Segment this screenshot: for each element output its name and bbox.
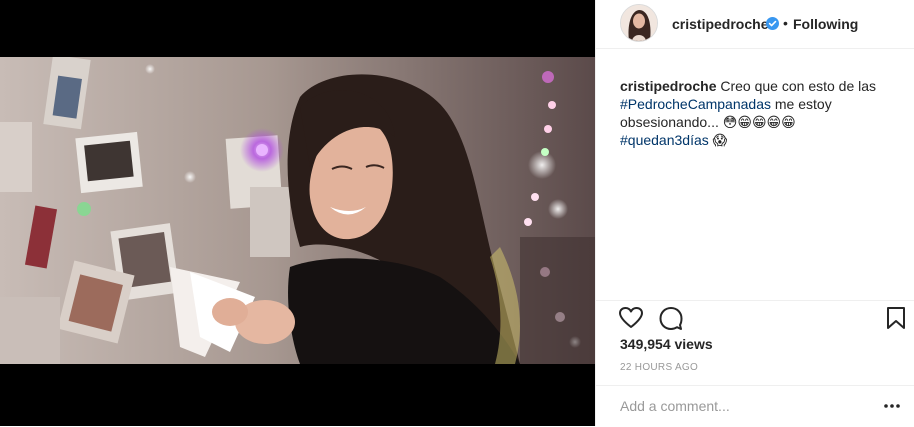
avatar[interactable] bbox=[620, 4, 658, 42]
post-actions bbox=[596, 300, 914, 335]
comment-input[interactable] bbox=[620, 397, 870, 415]
comment-bar bbox=[596, 385, 914, 427]
post-header: cristipedroche • Following bbox=[596, 0, 914, 49]
avatar-image bbox=[621, 5, 657, 41]
view-count[interactable]: 349,954 views bbox=[620, 336, 713, 352]
post-sidebar: cristipedroche • Following cristipedroch… bbox=[595, 0, 914, 426]
caption-username[interactable]: cristipedroche bbox=[620, 78, 716, 94]
heart-icon[interactable] bbox=[618, 305, 644, 331]
hashtag-link[interactable]: #quedan3días bbox=[620, 132, 709, 148]
caption-emojis: 😳😁😁😁😁 bbox=[722, 114, 796, 130]
post-caption: cristipedroche Creo que con esto de las … bbox=[620, 77, 890, 149]
comment-bubble-icon[interactable] bbox=[658, 305, 684, 331]
verified-badge-icon bbox=[766, 17, 779, 30]
hashtag-link[interactable]: #PedrocheCampanadas bbox=[620, 96, 771, 112]
caption-text: Creo que con esto de las bbox=[716, 78, 877, 94]
caption-emojis: 😱 bbox=[708, 132, 728, 148]
more-options-icon[interactable] bbox=[880, 394, 904, 418]
post-video bbox=[0, 0, 595, 426]
bookmark-icon[interactable] bbox=[883, 305, 909, 331]
video-play-toggle[interactable] bbox=[0, 0, 595, 426]
instagram-post: cristipedroche • Following cristipedroch… bbox=[0, 0, 914, 426]
post-timestamp[interactable]: 22 HOURS AGO bbox=[620, 362, 698, 373]
following-button[interactable]: Following bbox=[793, 16, 858, 32]
header-separator: • bbox=[783, 15, 788, 31]
header-username[interactable]: cristipedroche bbox=[672, 16, 768, 32]
